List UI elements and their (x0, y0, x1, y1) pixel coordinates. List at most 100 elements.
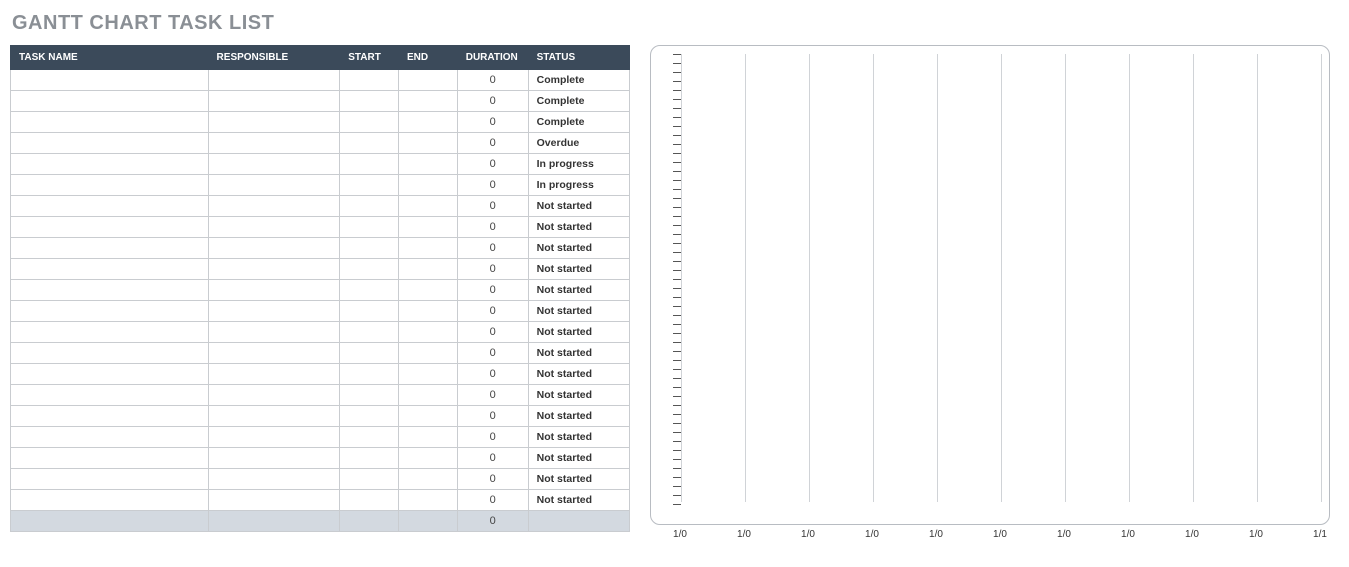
end-cell[interactable] (398, 238, 457, 259)
task-cell[interactable] (11, 385, 209, 406)
end-cell[interactable] (398, 427, 457, 448)
table-row[interactable]: 0Not started (11, 385, 630, 406)
start-cell[interactable] (340, 70, 399, 91)
end-cell[interactable] (398, 406, 457, 427)
end-cell[interactable] (398, 301, 457, 322)
status-cell[interactable]: Not started (528, 280, 629, 301)
duration-cell[interactable]: 0 (457, 364, 528, 385)
task-cell[interactable] (11, 322, 209, 343)
end-cell[interactable] (398, 364, 457, 385)
task-cell[interactable] (11, 133, 209, 154)
table-row[interactable]: 0Complete (11, 70, 630, 91)
start-cell[interactable] (340, 406, 399, 427)
task-cell[interactable] (11, 364, 209, 385)
start-cell[interactable] (340, 280, 399, 301)
responsible-cell[interactable] (208, 322, 340, 343)
end-cell[interactable] (398, 154, 457, 175)
status-cell[interactable]: Complete (528, 112, 629, 133)
status-cell[interactable]: Not started (528, 364, 629, 385)
responsible-cell[interactable] (208, 469, 340, 490)
responsible-cell[interactable] (208, 490, 340, 511)
duration-cell[interactable]: 0 (457, 154, 528, 175)
table-row[interactable]: 0In progress (11, 154, 630, 175)
start-cell[interactable] (340, 259, 399, 280)
task-cell[interactable] (11, 112, 209, 133)
start-cell[interactable] (340, 448, 399, 469)
table-row[interactable]: 0Not started (11, 427, 630, 448)
table-row[interactable]: 0Not started (11, 490, 630, 511)
table-row[interactable]: 0Overdue (11, 133, 630, 154)
duration-cell[interactable]: 0 (457, 133, 528, 154)
end-cell[interactable] (398, 343, 457, 364)
duration-cell[interactable]: 0 (457, 196, 528, 217)
duration-cell[interactable]: 0 (457, 112, 528, 133)
task-cell[interactable] (11, 91, 209, 112)
duration-cell[interactable]: 0 (457, 259, 528, 280)
start-cell[interactable] (340, 385, 399, 406)
responsible-cell[interactable] (208, 259, 340, 280)
start-cell[interactable] (340, 490, 399, 511)
duration-cell[interactable]: 0 (457, 280, 528, 301)
duration-cell[interactable]: 0 (457, 490, 528, 511)
status-cell[interactable]: Not started (528, 406, 629, 427)
table-row[interactable]: 0Complete (11, 91, 630, 112)
start-cell[interactable] (340, 133, 399, 154)
table-row[interactable]: 0Not started (11, 280, 630, 301)
responsible-cell[interactable] (208, 385, 340, 406)
start-cell[interactable] (340, 91, 399, 112)
status-cell[interactable]: Not started (528, 490, 629, 511)
task-cell[interactable] (11, 238, 209, 259)
end-cell[interactable] (398, 280, 457, 301)
responsible-cell[interactable] (208, 154, 340, 175)
responsible-cell[interactable] (208, 343, 340, 364)
table-row[interactable]: 0Not started (11, 406, 630, 427)
task-cell[interactable] (11, 259, 209, 280)
duration-cell[interactable]: 0 (457, 448, 528, 469)
duration-cell[interactable]: 0 (457, 91, 528, 112)
responsible-cell[interactable] (208, 364, 340, 385)
task-cell[interactable] (11, 280, 209, 301)
duration-cell[interactable]: 0 (457, 322, 528, 343)
responsible-cell[interactable] (208, 301, 340, 322)
table-row[interactable]: 0In progress (11, 175, 630, 196)
status-cell[interactable]: Not started (528, 343, 629, 364)
end-cell[interactable] (398, 217, 457, 238)
table-row[interactable]: 0Not started (11, 322, 630, 343)
start-cell[interactable] (340, 343, 399, 364)
duration-cell[interactable]: 0 (457, 427, 528, 448)
end-cell[interactable] (398, 70, 457, 91)
start-cell[interactable] (340, 301, 399, 322)
task-cell[interactable] (11, 406, 209, 427)
end-cell[interactable] (398, 196, 457, 217)
responsible-cell[interactable] (208, 238, 340, 259)
start-cell[interactable] (340, 217, 399, 238)
table-row[interactable]: 0Not started (11, 469, 630, 490)
status-cell[interactable]: Not started (528, 217, 629, 238)
table-row[interactable]: 0Not started (11, 343, 630, 364)
end-cell[interactable] (398, 385, 457, 406)
table-row[interactable]: 0Not started (11, 448, 630, 469)
duration-cell[interactable]: 0 (457, 301, 528, 322)
task-cell[interactable] (11, 217, 209, 238)
status-cell[interactable]: Not started (528, 427, 629, 448)
status-cell[interactable]: Not started (528, 301, 629, 322)
start-cell[interactable] (340, 238, 399, 259)
task-cell[interactable] (11, 175, 209, 196)
table-row[interactable]: 0Complete (11, 112, 630, 133)
responsible-cell[interactable] (208, 217, 340, 238)
task-cell[interactable] (11, 301, 209, 322)
end-cell[interactable] (398, 91, 457, 112)
end-cell[interactable] (398, 112, 457, 133)
status-cell[interactable]: Complete (528, 91, 629, 112)
task-cell[interactable] (11, 469, 209, 490)
status-cell[interactable]: Not started (528, 259, 629, 280)
end-cell[interactable] (398, 322, 457, 343)
responsible-cell[interactable] (208, 406, 340, 427)
table-row[interactable]: 0Not started (11, 217, 630, 238)
duration-cell[interactable]: 0 (457, 343, 528, 364)
start-cell[interactable] (340, 469, 399, 490)
task-cell[interactable] (11, 154, 209, 175)
responsible-cell[interactable] (208, 448, 340, 469)
end-cell[interactable] (398, 469, 457, 490)
responsible-cell[interactable] (208, 133, 340, 154)
